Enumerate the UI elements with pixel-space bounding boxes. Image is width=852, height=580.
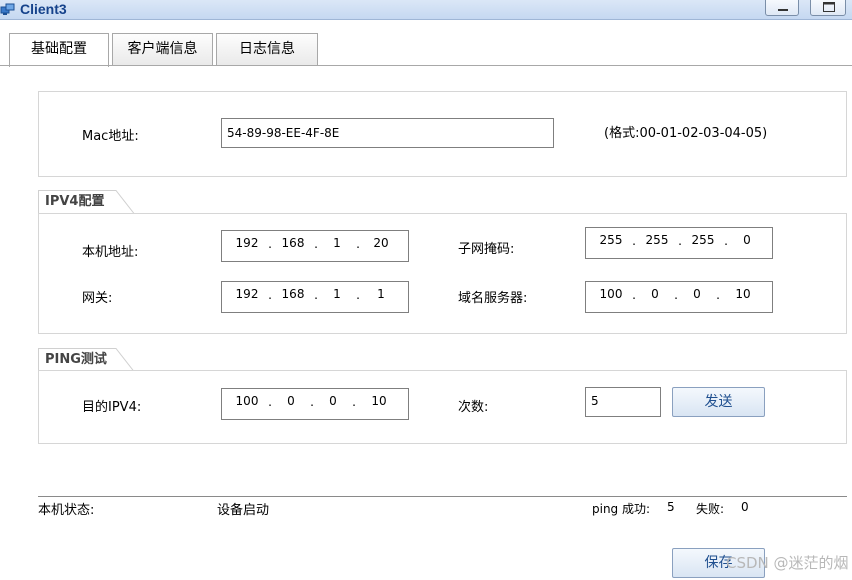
ip-octet: 1 (377, 287, 385, 301)
tab-log-info[interactable]: 日志信息 (216, 33, 318, 66)
ip-dot: . (674, 288, 678, 302)
status-divider (38, 496, 847, 497)
watermark-text: CSDN @迷茫的烟 (726, 554, 849, 572)
ping-fail-count: 0 (741, 500, 749, 514)
ip-octet: 192 (235, 287, 259, 301)
device-status-value: 设备启动 (217, 503, 270, 518)
ip-octet: 1 (333, 287, 341, 301)
ip-dot: . (268, 395, 272, 409)
ip-dot: . (314, 288, 318, 302)
count-label: 次数: (458, 400, 489, 415)
ping-success-count: 5 (667, 500, 675, 514)
ip-dot: . (678, 234, 682, 248)
ipv4-group-title: IPV4配置 (45, 194, 105, 209)
ip-octet: 0 (329, 394, 337, 408)
ip-octet: 0 (651, 287, 659, 301)
ip-dot: . (314, 237, 318, 251)
ping-fail-label: 失败: (696, 502, 725, 516)
ip-dot: . (310, 395, 314, 409)
ping-group-header: PING测试 (38, 348, 138, 372)
ip-dot: . (632, 234, 636, 248)
maximize-icon (823, 2, 835, 12)
ip-octet: 255 (691, 233, 715, 247)
ip-octet: 168 (281, 287, 305, 301)
device-status-label: 本机状态: (38, 503, 95, 518)
ip-dot: . (268, 237, 272, 251)
minimize-icon (778, 9, 788, 11)
ip-dot: . (356, 237, 360, 251)
ip-dot: . (716, 288, 720, 302)
subnet-mask-input[interactable]: 255 . 255 . 255 . 0 (585, 227, 773, 259)
ip-octet: 0 (287, 394, 295, 408)
ip-dot: . (632, 288, 636, 302)
ip-dot: . (724, 234, 728, 248)
ip-dot: . (356, 288, 360, 302)
ip-octet: 100 (235, 394, 259, 408)
subnet-mask-label: 子网掩码: (458, 242, 515, 257)
dns-server-input[interactable]: 100 . 0 . 0 . 10 (585, 281, 773, 313)
ip-octet: 100 (599, 287, 623, 301)
ping-success-label: ping 成功: (592, 502, 651, 516)
target-ip-label: 目的IPV4: (82, 400, 142, 415)
ip-octet: 10 (735, 287, 751, 301)
ping-group-title: PING测试 (45, 352, 107, 367)
window-title: Client3 (20, 1, 67, 17)
gateway-input[interactable]: 192 . 168 . 1 . 1 (221, 281, 409, 313)
mac-format-hint: (格式:00-01-02-03-04-05) (604, 126, 768, 141)
title-bar: Client3 (0, 0, 852, 20)
mac-label: Mac地址: (82, 129, 139, 144)
local-ip-label: 本机地址: (82, 245, 139, 260)
ip-dot: . (352, 395, 356, 409)
send-button[interactable]: 发送 (672, 387, 765, 417)
tab-divider (0, 65, 852, 66)
ip-octet: 192 (235, 236, 259, 250)
tab-basic-config[interactable]: 基础配置 (9, 33, 109, 67)
target-ip-input[interactable]: 100 . 0 . 0 . 10 (221, 388, 409, 420)
ip-octet: 168 (281, 236, 305, 250)
ipv4-group-header: IPV4配置 (38, 190, 138, 214)
local-ip-input[interactable]: 192 . 168 . 1 . 20 (221, 230, 409, 262)
ip-octet: 0 (693, 287, 701, 301)
gateway-label: 网关: (82, 291, 113, 306)
dns-server-label: 域名服务器: (458, 291, 528, 306)
ip-octet: 255 (645, 233, 669, 247)
maximize-button[interactable] (810, 0, 846, 16)
network-app-icon (0, 3, 15, 15)
ip-dot: . (268, 288, 272, 302)
minimize-button[interactable] (765, 0, 799, 16)
mac-address-input[interactable]: 54-89-98-EE-4F-8E (221, 118, 554, 148)
ping-count-input[interactable]: 5 (585, 387, 661, 417)
ip-octet: 1 (333, 236, 341, 250)
ip-octet: 0 (743, 233, 751, 247)
ip-octet: 20 (373, 236, 389, 250)
ip-octet: 10 (371, 394, 387, 408)
ip-octet: 255 (599, 233, 623, 247)
tab-client-info[interactable]: 客户端信息 (112, 33, 213, 66)
